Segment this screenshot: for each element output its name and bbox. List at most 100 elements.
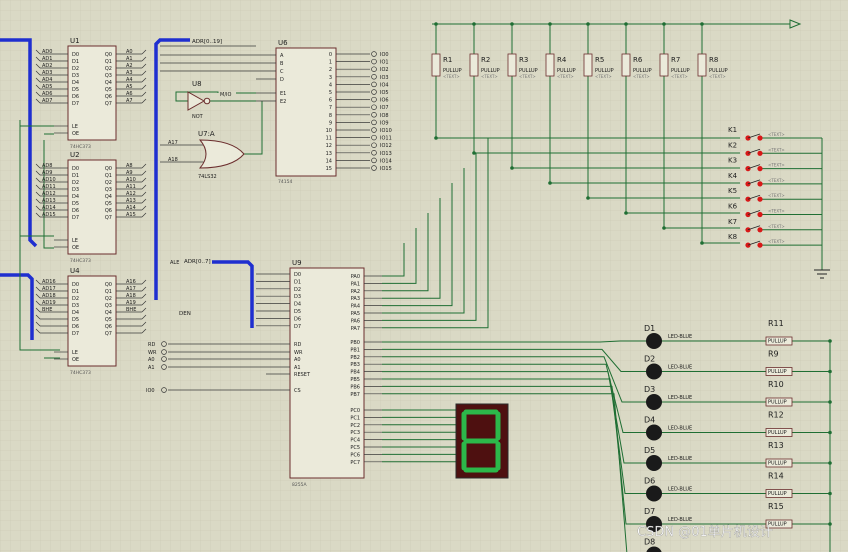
- u6-out-label: 2: [329, 67, 332, 73]
- junction-dot: [434, 136, 438, 140]
- u6-net-label: IO15: [380, 166, 392, 172]
- u9-pc-label: PC7: [350, 460, 360, 466]
- led-resistor-value: PULLUP: [768, 369, 787, 375]
- switch-contact-right[interactable]: [757, 242, 763, 248]
- u1-pin-q: Q7: [105, 101, 112, 107]
- u6-out-label: 0: [329, 52, 332, 58]
- pullup-resistor: [583, 53, 593, 77]
- u9-pa-label: PA4: [351, 304, 360, 310]
- switch-contact-right[interactable]: [757, 150, 763, 156]
- led-type: LED-BLUE: [668, 426, 692, 432]
- pullup-resistor: [545, 53, 555, 77]
- cs-terminal-label: IO0: [146, 388, 155, 394]
- u9-data-label: D4: [294, 302, 301, 308]
- u6-net-label: IO9: [380, 120, 389, 126]
- led-resistor-value: PULLUP: [768, 491, 787, 497]
- switch-contact-right[interactable]: [757, 166, 763, 172]
- u9-pa-label: PA0: [351, 274, 360, 280]
- junction-dot: [472, 151, 476, 155]
- u4-pin-q: Q3: [105, 303, 112, 309]
- u2-pin-d: D4: [72, 194, 79, 200]
- u1-pin-d: D3: [72, 73, 79, 79]
- u9-data-label: D3: [294, 294, 301, 300]
- u1-net-right: A5: [126, 84, 133, 90]
- led-resistor-value: PULLUP: [768, 461, 787, 467]
- u6-in-label: E1: [280, 91, 286, 97]
- u1-pin-q: Q5: [105, 87, 112, 93]
- switch-ref: K5: [728, 187, 737, 195]
- u9-pa-label: PA5: [351, 311, 360, 317]
- u9-ctrl-label: A1: [294, 365, 301, 371]
- u9-pa-label: PA2: [351, 289, 360, 295]
- u4-net-left: AD18: [42, 293, 56, 299]
- switch-text: <TEXT>: [768, 239, 785, 244]
- pullup-ref: R4: [557, 56, 567, 64]
- u6-in-label: A: [280, 53, 284, 59]
- switch-contact-right[interactable]: [757, 211, 763, 218]
- u1-net-right: A2: [126, 63, 133, 69]
- switch-contact-right[interactable]: [757, 227, 763, 233]
- pullup-ref: R8: [709, 56, 718, 64]
- ctrl-terminal-label: A0: [148, 357, 155, 363]
- u9-pb-label: PB2: [350, 355, 360, 361]
- u2-net-left: AD11: [42, 184, 56, 190]
- switch-ref: K3: [728, 157, 737, 165]
- u4-pin-d: D7: [72, 331, 79, 337]
- u1-pin-le: LE: [72, 124, 78, 130]
- u7a-in-a-label: A17: [168, 140, 178, 146]
- u9-pb-label: PB0: [350, 340, 360, 346]
- switch-contact-right[interactable]: [757, 196, 763, 202]
- u6-out-label: 10: [326, 128, 332, 134]
- u4-pin-d: D2: [72, 296, 79, 302]
- led-resistor-ref: R14: [768, 472, 784, 481]
- pullup-text: <TEXT>: [671, 74, 688, 79]
- u2-part: 74HC373: [70, 258, 91, 264]
- u1-net-left: AD0: [42, 49, 52, 55]
- pullup-ref: R6: [633, 56, 643, 64]
- junction-dot: [548, 181, 552, 185]
- switch-ref: K7: [728, 218, 737, 226]
- u1-net-right: A7: [126, 98, 133, 104]
- u2-net-left: AD10: [42, 177, 56, 183]
- led-diode: [646, 455, 662, 471]
- u4-pin-q: Q5: [105, 317, 112, 323]
- u6-in-label: C: [280, 69, 284, 75]
- u1-pin-q: Q2: [105, 66, 112, 72]
- adr-bus-label: ADR[0..19]: [192, 39, 222, 45]
- led-ref: D5: [644, 446, 655, 455]
- led-resistor-value: PULLUP: [768, 339, 787, 345]
- u1-pin-d: D1: [72, 59, 79, 65]
- mio-label: M/IO: [220, 92, 231, 98]
- u6-out-label: 4: [329, 82, 332, 88]
- switch-contact-right[interactable]: [757, 135, 763, 141]
- led-resistor-ref: R12: [768, 411, 784, 420]
- u6-out-label: 8: [329, 113, 332, 119]
- u6-net-label: IO4: [380, 82, 389, 88]
- u1-pin-d: D7: [72, 101, 79, 107]
- u4-pin-d: D5: [72, 317, 79, 323]
- u2-net-left: AD12: [42, 191, 56, 197]
- u6-out-label: 3: [329, 75, 332, 81]
- u1-net-left: AD3: [42, 70, 52, 76]
- led-ref: D1: [644, 324, 655, 333]
- u2-pin-d: D2: [72, 180, 79, 186]
- u4-ref: U4: [70, 267, 80, 275]
- u9-pc-label: PC2: [350, 423, 360, 429]
- u6-out-label: 11: [326, 136, 332, 142]
- led-type: LED-BLUE: [668, 487, 692, 493]
- switch-contact-right[interactable]: [757, 181, 763, 187]
- u4-pin-d: D3: [72, 303, 79, 309]
- switch-ref: K8: [728, 233, 737, 241]
- u2-ref: U2: [70, 151, 80, 159]
- led-resistor-ref: R10: [768, 380, 784, 389]
- u7a-in-b-label: A18: [168, 157, 178, 163]
- u1-pin-q: Q1: [105, 59, 112, 65]
- u8-ref: U8: [192, 80, 202, 88]
- u9-ctrl-label: RD: [294, 342, 301, 348]
- u1-net-right: A1: [126, 56, 133, 62]
- led-diode: [646, 394, 662, 410]
- u4-net-left: BHE: [42, 307, 52, 313]
- u2-net-right: A15: [126, 212, 136, 218]
- pullup-text: <TEXT>: [519, 74, 536, 79]
- u4-net-left: AD16: [42, 279, 56, 285]
